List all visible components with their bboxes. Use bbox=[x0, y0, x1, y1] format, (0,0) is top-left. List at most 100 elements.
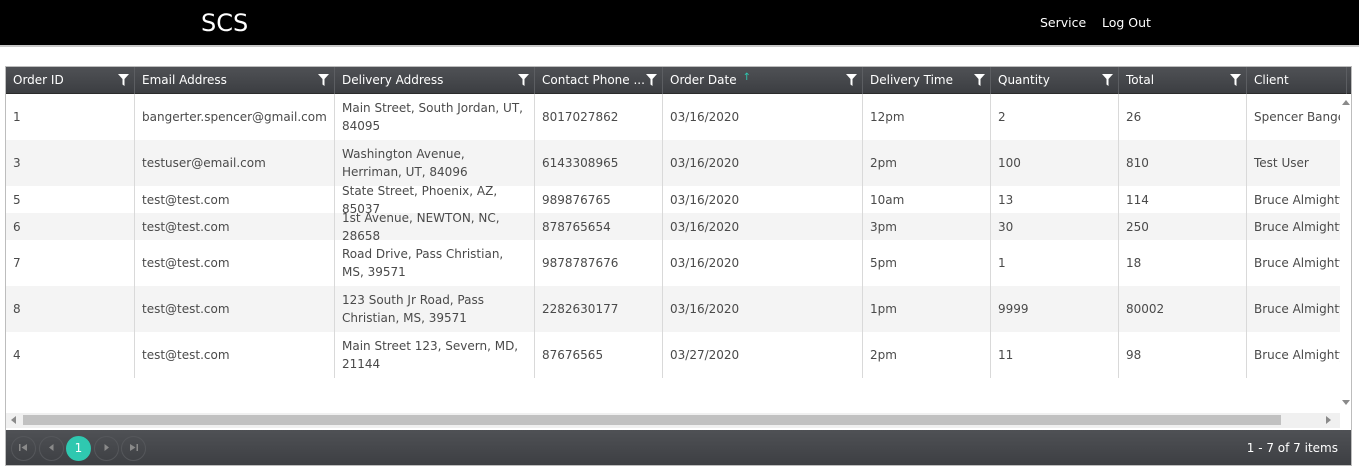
filter-icon[interactable] bbox=[1230, 74, 1241, 86]
table-cell: 5 bbox=[6, 186, 135, 213]
table-cell: 4 bbox=[6, 332, 135, 378]
nav-logout-link[interactable]: Log Out bbox=[1102, 15, 1151, 30]
current-page-button[interactable]: 1 bbox=[66, 436, 91, 461]
table-cell: 80002 bbox=[1119, 286, 1247, 332]
table-cell: 03/16/2020 bbox=[663, 186, 863, 213]
table-row[interactable]: 7 test@test.com Road Drive, Pass Christian… bbox=[6, 240, 1340, 286]
table-cell: 2pm bbox=[863, 332, 991, 378]
table-cell: 114 bbox=[1119, 186, 1247, 213]
last-page-button[interactable] bbox=[121, 436, 146, 461]
last-page-icon bbox=[130, 444, 138, 451]
table-row[interactable]: 8 test@test.com 123 South Jr Road, Pass Ch… bbox=[6, 286, 1340, 332]
table-cell: 87676565 bbox=[535, 332, 663, 378]
table-cell: 03/27/2020 bbox=[663, 332, 863, 378]
table-cell: 03/16/2020 bbox=[663, 140, 863, 186]
column-header-client[interactable]: Client bbox=[1247, 67, 1347, 94]
table-cell: 9878787676 bbox=[535, 240, 663, 286]
filter-icon[interactable] bbox=[518, 74, 529, 86]
table-cell: Spencer Bangerter bbox=[1247, 94, 1340, 140]
table-cell: 03/16/2020 bbox=[663, 213, 863, 240]
table-row[interactable]: 4 test@test.com Main Street 123, Severn, M… bbox=[6, 332, 1340, 378]
table-cell: testuser@email.com bbox=[135, 140, 335, 186]
table-cell: 878765654 bbox=[535, 213, 663, 240]
table-cell: 2pm bbox=[863, 140, 991, 186]
filter-icon[interactable] bbox=[1102, 74, 1113, 86]
column-header-label: Order Date bbox=[670, 73, 737, 87]
column-header-total[interactable]: Total bbox=[1119, 67, 1247, 94]
table-cell: 3 bbox=[6, 140, 135, 186]
table-cell: 7 bbox=[6, 240, 135, 286]
table-cell: test@test.com bbox=[135, 286, 335, 332]
pager-info: 1 - 7 of 7 items bbox=[1246, 441, 1338, 455]
table-cell: 2 bbox=[991, 94, 1119, 140]
scroll-left-icon[interactable] bbox=[11, 416, 16, 424]
vertical-scrollbar[interactable] bbox=[1340, 94, 1351, 413]
table-cell: 810 bbox=[1119, 140, 1247, 186]
first-page-button[interactable] bbox=[11, 436, 36, 461]
table-cell: 12pm bbox=[863, 94, 991, 140]
top-navbar: SCS Service Log Out bbox=[0, 0, 1359, 47]
table-cell: 123 South Jr Road, Pass Christian, MS, 3… bbox=[335, 286, 535, 332]
table-cell: test@test.com bbox=[135, 332, 335, 378]
filter-icon[interactable] bbox=[846, 74, 857, 86]
table-cell: State Street, Phoenix, AZ, 85037 bbox=[335, 186, 535, 213]
table-cell: 8017027862 bbox=[535, 94, 663, 140]
table-cell: Bruce Almighty bbox=[1247, 213, 1340, 240]
orders-grid: Order ID Email Address Delivery Address Con… bbox=[5, 66, 1352, 466]
column-header-label: Client bbox=[1254, 73, 1289, 87]
table-cell: Washington Avenue, Herriman, UT, 84096 bbox=[335, 140, 535, 186]
column-header-email-address[interactable]: Email Address bbox=[135, 67, 335, 94]
table-cell: 3pm bbox=[863, 213, 991, 240]
table-cell: 9999 bbox=[991, 286, 1119, 332]
column-header-delivery-address[interactable]: Delivery Address bbox=[335, 67, 535, 94]
column-header-label: Delivery Time bbox=[870, 73, 953, 87]
table-cell: test@test.com bbox=[135, 186, 335, 213]
brand-logo[interactable]: SCS bbox=[201, 9, 248, 37]
table-row[interactable]: 1 bangerter.spencer@gmail.com Main Street,… bbox=[6, 94, 1340, 140]
table-row[interactable]: 3 testuser@email.com Washington Avenue, He… bbox=[6, 140, 1340, 186]
table-cell: 98 bbox=[1119, 332, 1247, 378]
table-cell: 03/16/2020 bbox=[663, 240, 863, 286]
table-row[interactable]: 6 test@test.com 1st Avenue, NEWTON, NC, 28… bbox=[6, 213, 1340, 240]
table-cell: Bruce Almighty bbox=[1247, 240, 1340, 286]
table-cell: Main Street, South Jordan, UT, 84095 bbox=[335, 94, 535, 140]
column-header-label: Quantity bbox=[998, 73, 1050, 87]
next-page-icon bbox=[104, 444, 109, 451]
column-header-order-date[interactable]: Order Date ↑ bbox=[663, 67, 863, 94]
filter-icon[interactable] bbox=[646, 74, 657, 86]
table-cell: bangerter.spencer@gmail.com bbox=[135, 94, 335, 140]
filter-icon[interactable] bbox=[974, 74, 985, 86]
table-cell: 8 bbox=[6, 286, 135, 332]
grid-header: Order ID Email Address Delivery Address Con… bbox=[6, 67, 1351, 94]
horizontal-scroll-thumb[interactable] bbox=[23, 415, 1281, 425]
column-header-delivery-time[interactable]: Delivery Time bbox=[863, 67, 991, 94]
table-row[interactable]: 5 test@test.com State Street, Phoenix, AZ,… bbox=[6, 186, 1340, 213]
table-cell: 2282630177 bbox=[535, 286, 663, 332]
column-header-label: Contact Phone ... bbox=[542, 73, 645, 87]
scroll-down-icon[interactable] bbox=[1342, 400, 1350, 405]
filter-icon[interactable] bbox=[318, 74, 329, 86]
scroll-up-icon[interactable] bbox=[1342, 100, 1350, 105]
table-cell: 11 bbox=[991, 332, 1119, 378]
table-cell: 10am bbox=[863, 186, 991, 213]
table-cell: Road Drive, Pass Christian, MS, 39571 bbox=[335, 240, 535, 286]
horizontal-scrollbar[interactable] bbox=[6, 413, 1340, 428]
table-cell: 6 bbox=[6, 213, 135, 240]
table-cell: 989876765 bbox=[535, 186, 663, 213]
nav-service-link[interactable]: Service bbox=[1040, 15, 1086, 30]
previous-page-button[interactable] bbox=[39, 436, 64, 461]
table-cell: 1 bbox=[991, 240, 1119, 286]
column-header-contact-phone[interactable]: Contact Phone ... bbox=[535, 67, 663, 94]
table-cell: 5pm bbox=[863, 240, 991, 286]
table-cell: test@test.com bbox=[135, 240, 335, 286]
scroll-right-icon[interactable] bbox=[1326, 416, 1331, 424]
filter-icon[interactable] bbox=[118, 74, 129, 86]
column-header-quantity[interactable]: Quantity bbox=[991, 67, 1119, 94]
table-cell: 100 bbox=[991, 140, 1119, 186]
next-page-button[interactable] bbox=[94, 436, 119, 461]
column-header-order-id[interactable]: Order ID bbox=[6, 67, 135, 94]
previous-page-icon bbox=[49, 444, 54, 451]
first-page-icon bbox=[19, 444, 27, 451]
table-cell: 250 bbox=[1119, 213, 1247, 240]
sort-ascending-icon: ↑ bbox=[742, 72, 751, 83]
